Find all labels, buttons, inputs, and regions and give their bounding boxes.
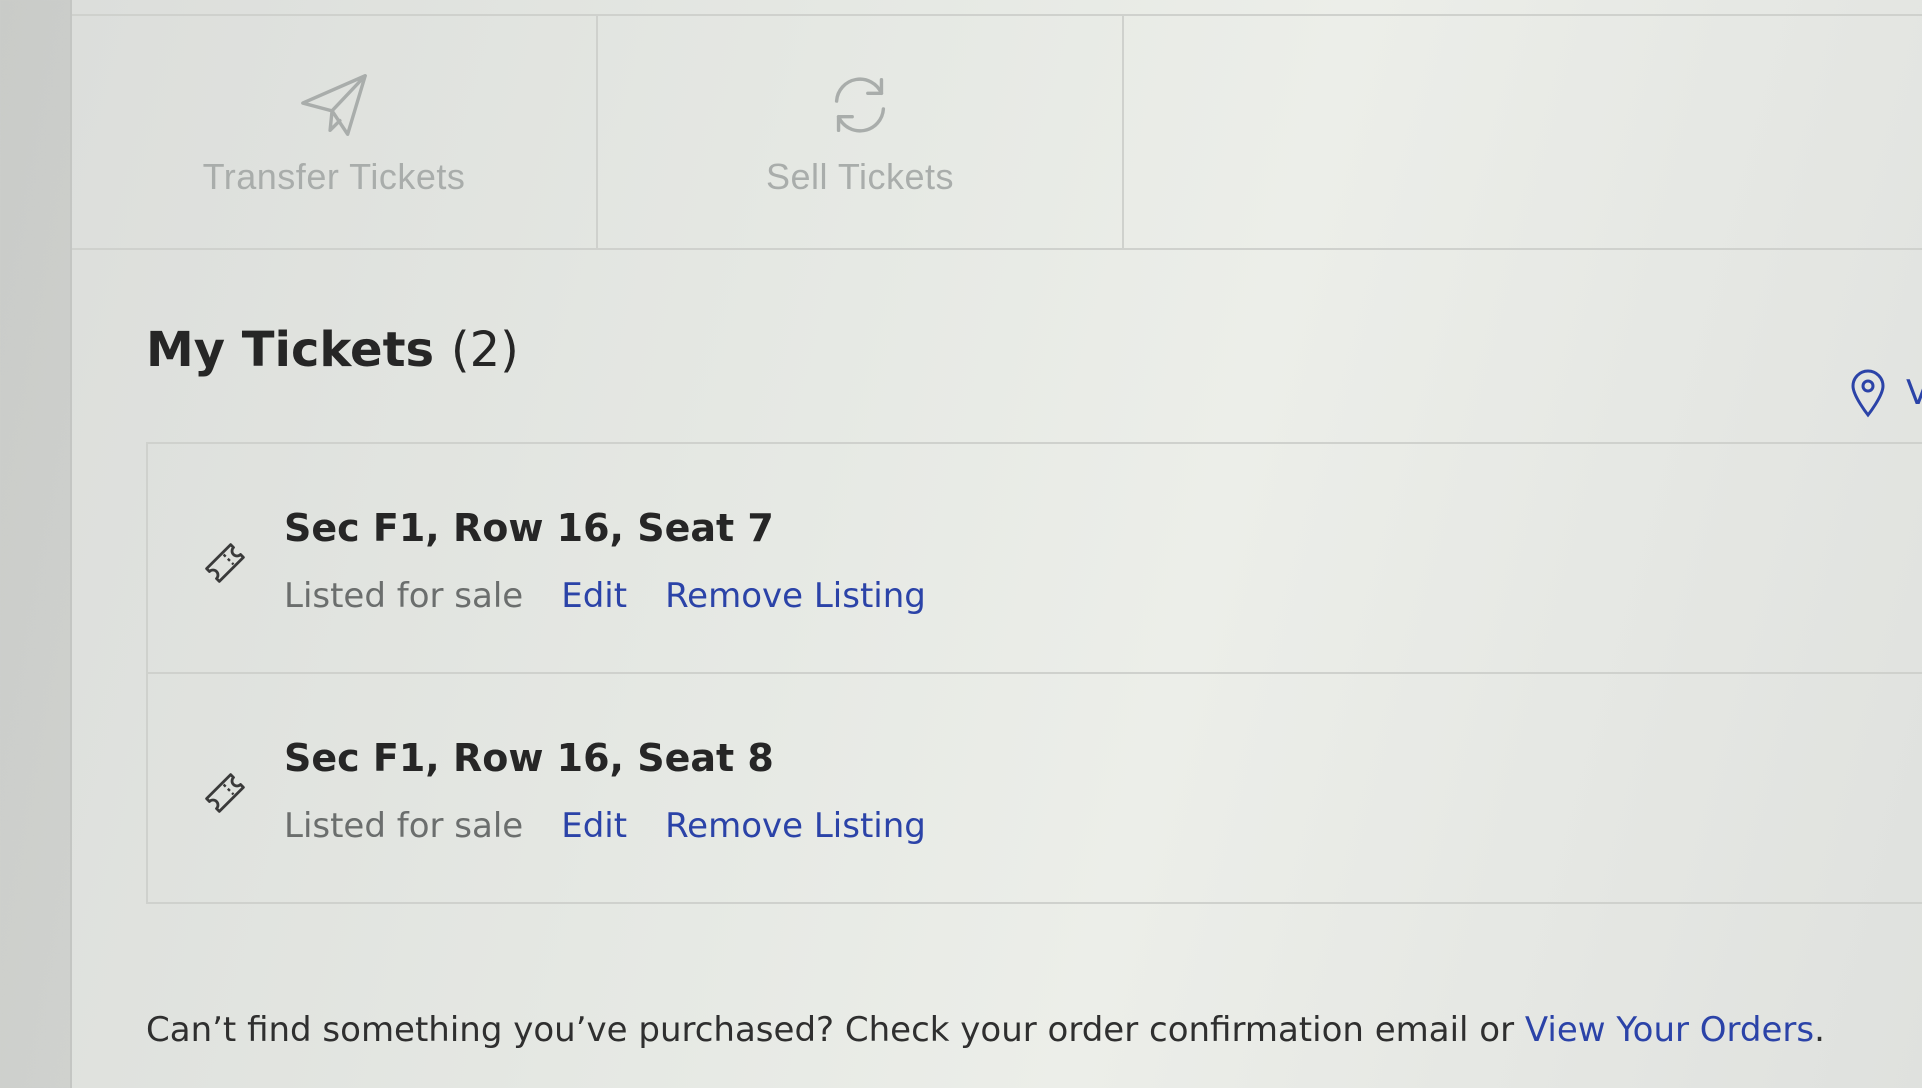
ticket-action-bar: Transfer Tickets Sell Tickets xyxy=(72,14,1922,250)
my-tickets-title: My Tickets (2) xyxy=(146,322,519,378)
footer-suffix: . xyxy=(1814,1010,1825,1050)
footer-help-text: Can’t find something you’ve purchased? C… xyxy=(146,1010,1825,1050)
ticket-row: Sec F1, Row 16, Seat 8 Listed for sale E… xyxy=(148,674,1922,902)
tickets-page: Transfer Tickets Sell Tickets My Tickets… xyxy=(70,0,1922,1088)
transfer-tickets-button[interactable]: Transfer Tickets xyxy=(72,16,598,248)
ticket-meta: Listed for sale Edit Remove Listing xyxy=(284,806,964,846)
ticket-count: (2) xyxy=(450,322,519,378)
footer-text: Can’t find something you’ve purchased? C… xyxy=(146,1010,1525,1050)
remove-listing-link[interactable]: Remove Listing xyxy=(665,576,926,616)
my-tickets-title-text: My Tickets xyxy=(146,322,435,378)
remove-listing-link[interactable]: Remove Listing xyxy=(665,806,926,846)
ticket-list: Sec F1, Row 16, Seat 7 Listed for sale E… xyxy=(146,442,1922,904)
ticket-meta: Listed for sale Edit Remove Listing xyxy=(284,576,964,616)
empty-action-tile xyxy=(1124,16,1922,248)
ticket-row: Sec F1, Row 16, Seat 7 Listed for sale E… xyxy=(148,444,1922,674)
edit-listing-link[interactable]: Edit xyxy=(561,576,627,616)
ticket-icon xyxy=(205,543,245,583)
sell-tickets-button[interactable]: Sell Tickets xyxy=(598,16,1124,248)
paper-plane-icon xyxy=(301,74,367,136)
transfer-tickets-label: Transfer Tickets xyxy=(202,156,466,197)
refresh-icon xyxy=(834,77,886,133)
ticket-seat: Sec F1, Row 16, Seat 7 xyxy=(284,506,774,550)
ticket-seat: Sec F1, Row 16, Seat 8 xyxy=(284,736,774,780)
venue-link-label: V xyxy=(1906,373,1922,413)
map-pin-icon xyxy=(1851,369,1885,418)
ticket-status: Listed for sale xyxy=(284,806,524,846)
ticket-status: Listed for sale xyxy=(284,576,524,616)
venue-info-link[interactable]: V xyxy=(1848,368,1922,418)
ticket-icon xyxy=(205,773,245,813)
view-your-orders-link[interactable]: View Your Orders xyxy=(1525,1010,1814,1050)
edit-listing-link[interactable]: Edit xyxy=(561,806,627,846)
sell-tickets-label: Sell Tickets xyxy=(765,156,955,197)
